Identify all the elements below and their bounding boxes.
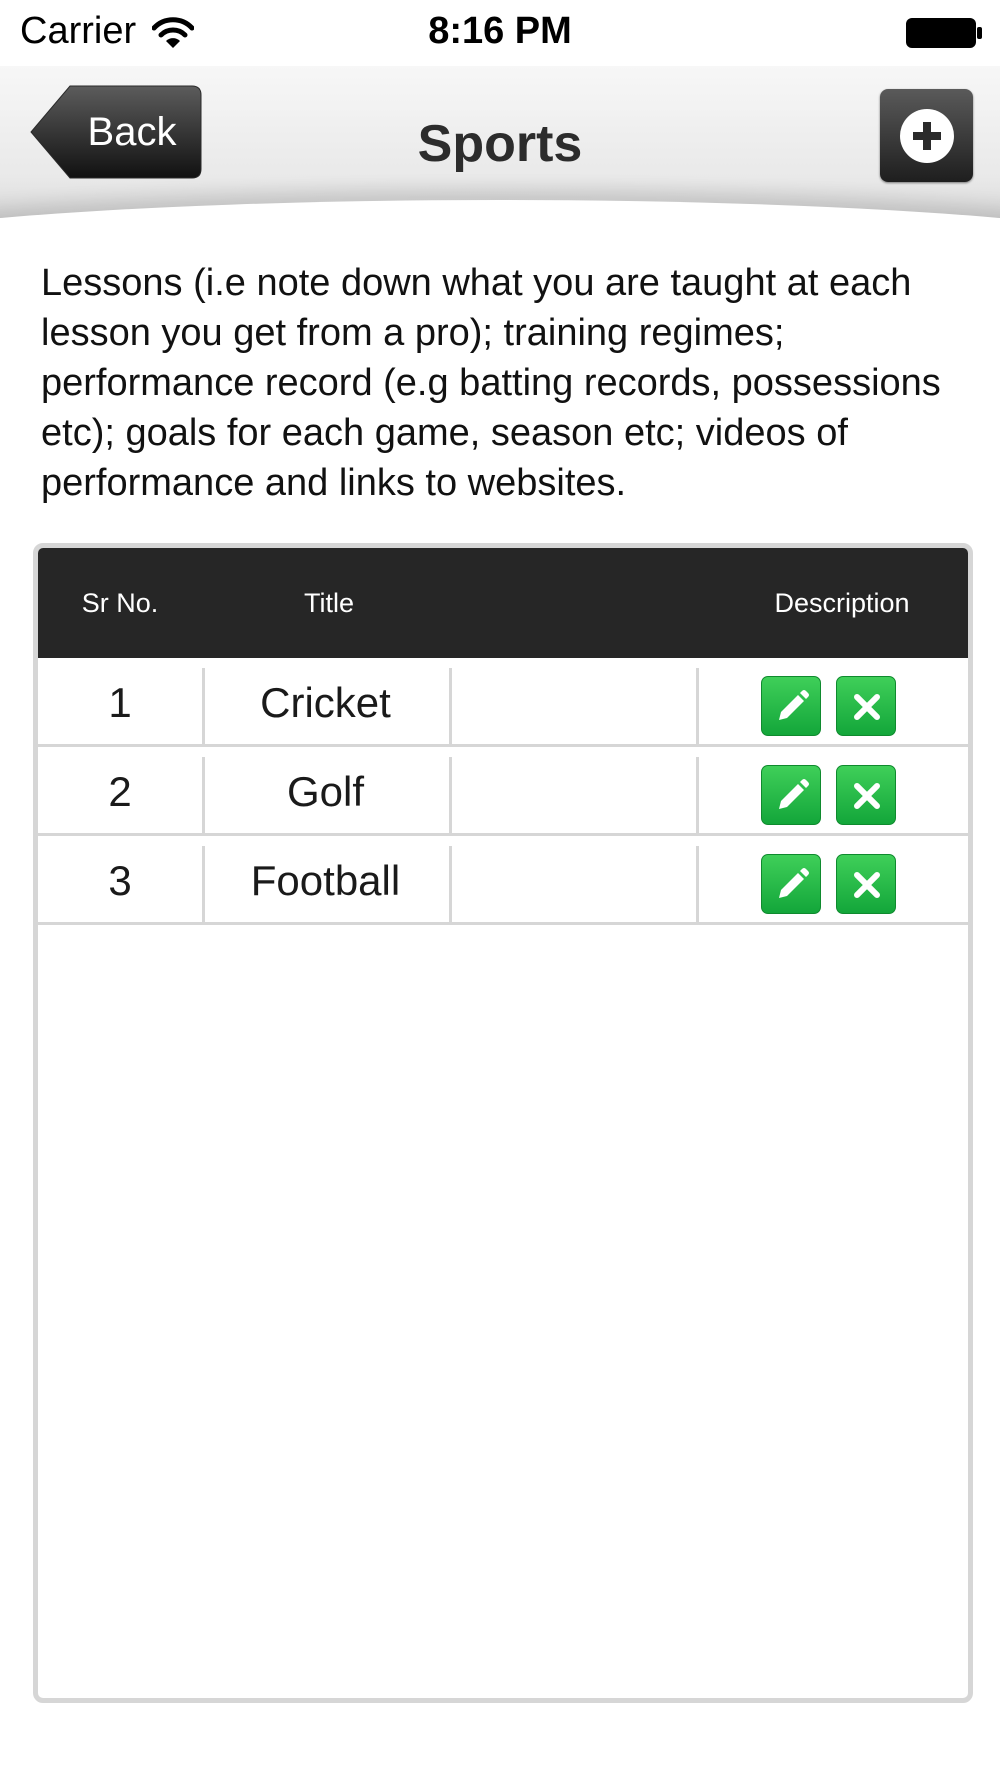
edit-button[interactable] <box>761 765 821 825</box>
row-title: Golf <box>286 768 365 815</box>
close-icon <box>854 872 880 898</box>
delete-button[interactable] <box>836 765 896 825</box>
status-bar: Carrier 8:16 PM <box>0 0 1000 66</box>
row-sr-no: 2 <box>108 768 132 815</box>
plus-circle-icon <box>900 109 954 163</box>
back-button[interactable]: Back <box>30 85 202 179</box>
battery-icon <box>906 18 982 48</box>
pencil-icon <box>779 779 809 809</box>
close-icon <box>854 694 880 720</box>
edit-button[interactable] <box>761 676 821 736</box>
column-divider <box>696 757 699 835</box>
row-description <box>449 836 696 922</box>
pencil-icon <box>779 690 809 720</box>
pencil-icon <box>779 868 809 898</box>
table-row[interactable]: 1 Cricket <box>38 658 968 747</box>
row-title: Cricket <box>260 679 391 726</box>
delete-button[interactable] <box>836 676 896 736</box>
column-header-description: Description <box>774 588 910 618</box>
status-time: 8:16 PM <box>428 10 572 52</box>
sports-table: Sr No. Title Description 1 Cricket 2 Gol… <box>33 543 973 1703</box>
row-description <box>449 658 696 744</box>
nav-bar-curve <box>0 200 1000 252</box>
column-divider <box>696 846 699 924</box>
row-sr-no: 3 <box>108 857 132 904</box>
row-description <box>449 747 696 833</box>
table-row[interactable]: 3 Football <box>38 836 968 925</box>
add-button[interactable] <box>880 89 973 182</box>
delete-button[interactable] <box>836 854 896 914</box>
table-row[interactable]: 2 Golf <box>38 747 968 836</box>
row-title: Football <box>250 857 401 904</box>
edit-button[interactable] <box>761 854 821 914</box>
back-button-label: Back <box>87 110 177 154</box>
close-icon <box>854 783 880 809</box>
navigation-bar: Back Sports <box>0 66 1000 252</box>
page-title: Sports <box>417 115 583 173</box>
screen: Carrier 8:16 PM Back Sports Lessons (i.e… <box>0 0 1000 1778</box>
section-description: Lessons (i.e note down what you are taug… <box>41 262 941 504</box>
row-sr-no: 1 <box>108 679 132 726</box>
column-header-sr-no: Sr No. <box>81 588 159 618</box>
column-divider <box>696 668 699 746</box>
column-header-title: Title <box>303 588 354 618</box>
table-header: Sr No. Title Description <box>38 548 968 658</box>
